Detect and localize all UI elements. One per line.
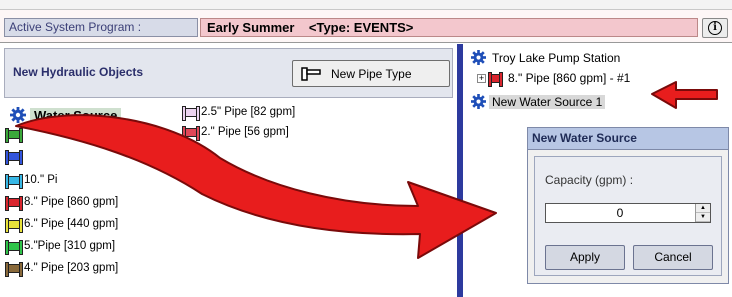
pipe-type-label: 4." Pipe [203 gpm] xyxy=(24,262,119,274)
pipe-color-icon xyxy=(5,173,23,189)
pipe-type-label: 2." Pipe [56 gpm] xyxy=(201,126,289,138)
pipe-type-item[interactable] xyxy=(5,128,24,143)
pipe-type-label: 10." Pi xyxy=(24,174,58,186)
dialog-title: New Water Source xyxy=(528,128,728,150)
water-source-label: Water Source xyxy=(30,107,122,123)
red-pipe-icon xyxy=(488,71,503,87)
pump-station-label: Troy Lake Pump Station xyxy=(492,50,621,65)
active-program-label: Active System Program : xyxy=(4,18,198,37)
capacity-value: 0 xyxy=(616,206,624,220)
expand-icon[interactable]: + xyxy=(477,73,486,83)
pipe-type-item[interactable]: 6." Pipe [440 gpm] xyxy=(5,217,119,233)
pipe-color-icon xyxy=(182,125,200,141)
pipe-color-icon xyxy=(182,105,200,121)
pipe-type-label: 6." Pipe [440 gpm] xyxy=(24,218,119,230)
water-source-gear-icon xyxy=(10,107,26,123)
pipe-type-item[interactable]: 2.5" Pipe [82 gpm] xyxy=(182,105,296,121)
new-water-source-gear-icon xyxy=(471,94,486,109)
tree-row-new-water-source[interactable]: New Water Source 1 xyxy=(471,94,606,109)
pump-station-gear-icon xyxy=(471,50,486,65)
pipe-color-icon xyxy=(5,150,23,165)
pipe-type-item[interactable]: 8." Pipe [860 gpm] xyxy=(5,195,119,211)
panel-header: New Hydraulic Objects New Pipe Type xyxy=(4,48,453,98)
dialog-body: Capacity (gpm) : 0 ▲ ▼ Apply Cancel xyxy=(534,156,722,276)
pipe-color-icon xyxy=(5,195,23,211)
spin-up-icon[interactable]: ▲ xyxy=(696,204,710,213)
info-button[interactable]: i xyxy=(702,18,728,38)
water-source-item[interactable]: Water Source xyxy=(10,107,122,123)
pipe-type-item[interactable]: 10." Pi xyxy=(5,173,58,189)
tree-row-pump-station[interactable]: Troy Lake Pump Station xyxy=(471,50,620,65)
pipe-type-item[interactable] xyxy=(5,150,24,165)
capacity-label: Capacity (gpm) : xyxy=(545,173,634,187)
new-hydraulic-objects-panel: New Hydraulic Objects New Pipe Type Wate… xyxy=(0,44,457,297)
capacity-spinner[interactable]: ▲ ▼ xyxy=(695,204,710,222)
new-pipe-type-button[interactable]: New Pipe Type xyxy=(292,60,450,87)
pipe-type-label: 8." Pipe [860 gpm] xyxy=(24,196,119,208)
pipe-icon xyxy=(301,66,321,81)
pipe-type-item[interactable]: 2." Pipe [56 gpm] xyxy=(182,125,289,141)
active-program-bar: Active System Program : Early Summer <Ty… xyxy=(0,10,732,43)
pipe-color-icon xyxy=(5,239,23,255)
pipe-color-icon xyxy=(5,217,23,233)
apply-button[interactable]: Apply xyxy=(545,245,625,270)
info-icon: i xyxy=(708,21,722,35)
pipe-node-label: 8." Pipe [860 gpm] - #1 xyxy=(508,71,631,85)
spin-down-icon[interactable]: ▼ xyxy=(696,213,710,222)
pipe-type-label: 2.5" Pipe [82 gpm] xyxy=(201,106,296,118)
panel-title: New Hydraulic Objects xyxy=(13,65,144,79)
window-top-strip xyxy=(0,0,732,10)
pipe-color-icon xyxy=(5,128,23,143)
pipe-type-label: 5."Pipe [310 gpm] xyxy=(24,240,116,252)
new-water-source-dialog: New Water Source Capacity (gpm) : 0 ▲ ▼ … xyxy=(527,127,729,284)
pipe-type-item[interactable]: 4." Pipe [203 gpm] xyxy=(5,261,119,277)
pipe-color-icon xyxy=(5,261,23,277)
pipe-type-item[interactable]: 5."Pipe [310 gpm] xyxy=(5,239,116,255)
tree-row-pipe[interactable]: + 8." Pipe [860 gpm] - #1 xyxy=(477,71,631,87)
cancel-button[interactable]: Cancel xyxy=(633,245,713,270)
active-program-name[interactable]: Early Summer <Type: EVENTS> xyxy=(200,18,698,37)
new-pipe-type-label: New Pipe Type xyxy=(331,66,412,81)
capacity-input[interactable]: 0 ▲ ▼ xyxy=(545,203,711,223)
new-water-source-label: New Water Source 1 xyxy=(489,94,606,109)
